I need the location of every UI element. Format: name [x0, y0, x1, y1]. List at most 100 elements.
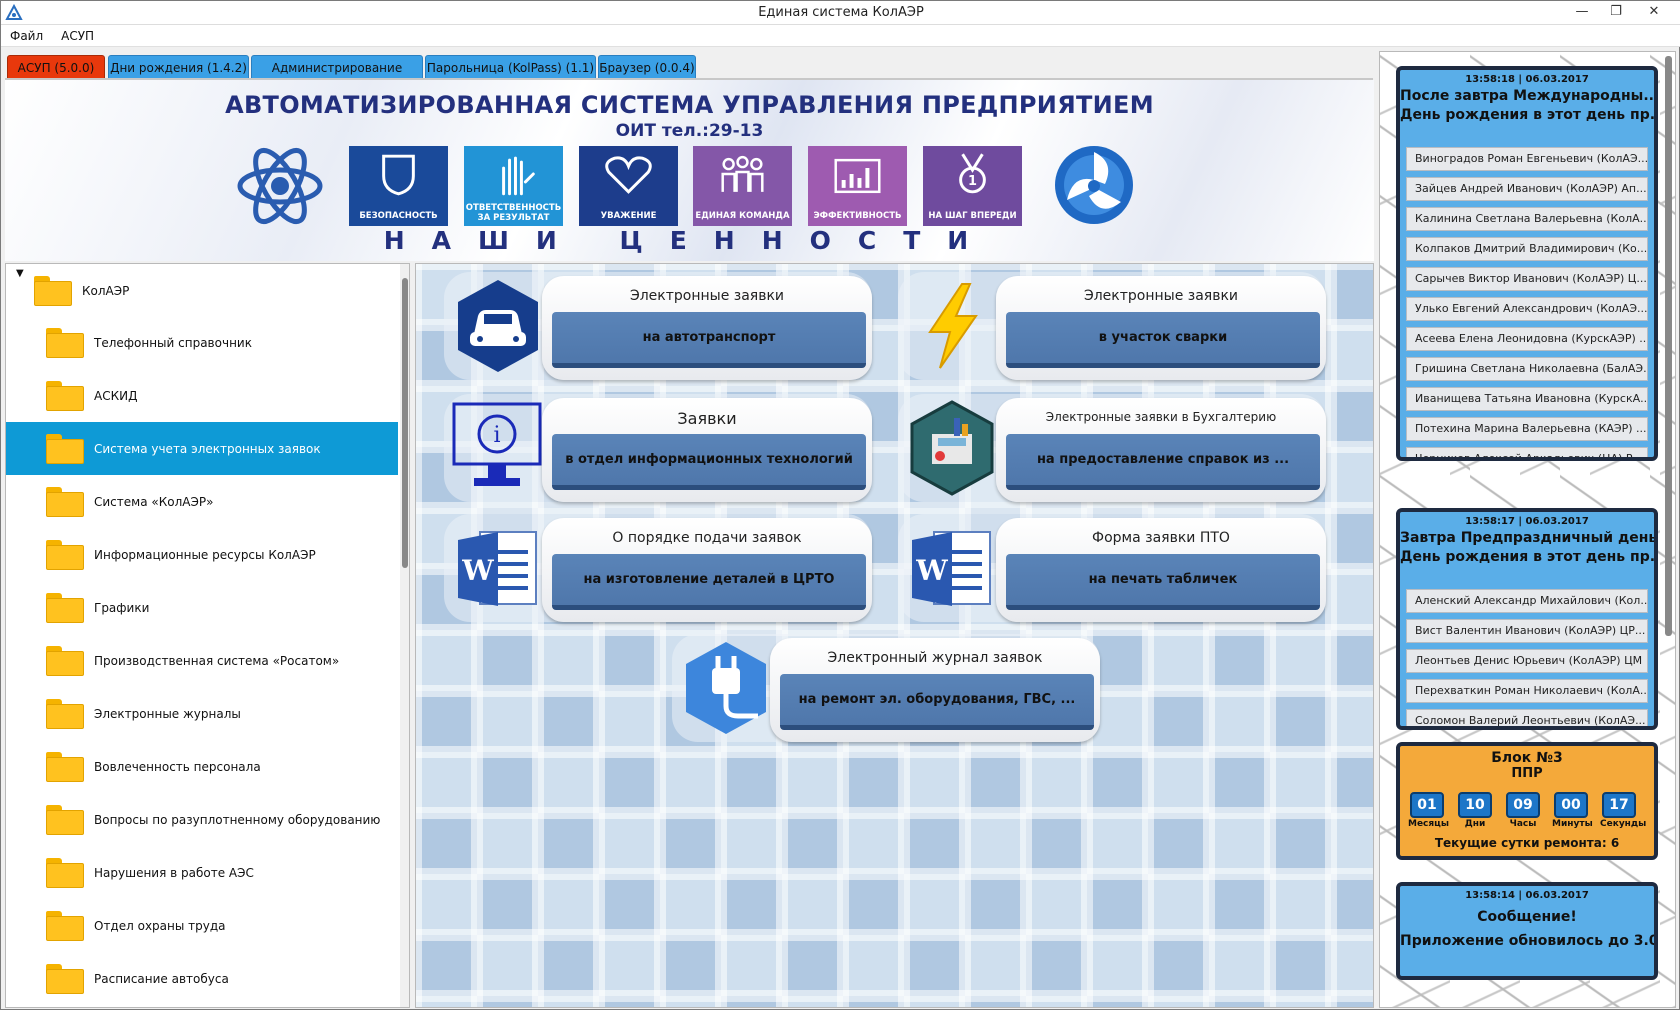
tree-item-request-system[interactable]: Система учета электронных заявок	[6, 422, 398, 475]
tab-browser[interactable]: Браузер (0.0.4)	[598, 55, 696, 79]
tile-card: О порядке подачи заявок на изготовление …	[542, 518, 872, 622]
message-timestamp: 13:58:14 | 06.03.2017	[1465, 890, 1589, 901]
close-button[interactable]: ✕	[1637, 1, 1671, 25]
tree-item-schedules[interactable]: Графики	[6, 581, 398, 634]
tree-item-info-resources[interactable]: Информационные ресурсы КолАЭР	[6, 528, 398, 581]
banner-title: АВТОМАТИЗИРОВАННАЯ СИСТЕМА УПРАВЛЕНИЯ ПР…	[225, 91, 1154, 119]
list-item[interactable]: Колпаков Дмитрий Владимирович (Ко...	[1406, 237, 1648, 261]
tile-crto-parts: W О порядке подачи заявок на изготовлени…	[424, 514, 874, 622]
banner-motto: НАШИ ЦЕННОСТИ	[383, 226, 996, 255]
panel-line-birthday: День рождения в этот день пр...	[1400, 549, 1654, 565]
calculator-icon	[910, 400, 994, 496]
tree-item-phonebook[interactable]: Телефонный справочник	[6, 316, 398, 369]
scrollbar-thumb[interactable]	[1665, 56, 1672, 636]
rosatom-logo-icon	[1055, 146, 1133, 224]
welding-request-button[interactable]: в участок сварки	[1006, 312, 1320, 368]
list-item[interactable]: Иванищева Татьяна Ивановна (КурскА...	[1406, 387, 1648, 411]
list-item[interactable]: Соломон Валерий Леонтьевич (КолАЭ...	[1406, 709, 1648, 726]
crto-parts-button[interactable]: на изготовление деталей в ЦРТО	[552, 554, 866, 610]
folder-icon	[46, 540, 84, 570]
panel-timestamp: 13:58:18 | 06.03.2017	[1465, 74, 1589, 85]
tree-item-engagement[interactable]: Вовлеченность персонала	[6, 740, 398, 793]
tree-item-askid[interactable]: АСКИД	[6, 369, 398, 422]
menu-asup[interactable]: АСУП	[52, 25, 103, 47]
tab-asup[interactable]: АСУП (5.0.0)	[7, 55, 105, 79]
repair-countdown-panel: Блок №3 ППР 01 Месяцы 10 Дни 09 Часы 00 Мину…	[1396, 742, 1658, 860]
window-title: Единая система КолАЭР	[758, 5, 924, 20]
tile-welding-request: Электронные заявки в участок сварки	[878, 272, 1328, 380]
tree-item-bus-schedule[interactable]: Расписание автобуса	[6, 952, 398, 1005]
vehicle-request-button[interactable]: на автотранспорт	[552, 312, 866, 368]
list-item[interactable]: Черников Алексей Аркадьевич (ЦА) Р...	[1406, 447, 1648, 457]
block-subtitle: ППР	[1511, 766, 1543, 781]
counter-days: 10 Дни	[1456, 792, 1494, 832]
list-item[interactable]: Зайцев Андрей Иванович (КолАЭР) Ап...	[1406, 177, 1648, 201]
tile-accounting-request: Электронные заявки в Бухгалтерию на пред…	[878, 394, 1328, 502]
folder-icon	[46, 593, 84, 623]
folder-icon	[46, 964, 84, 994]
car-icon	[458, 280, 538, 372]
menu-file[interactable]: Файл	[1, 25, 52, 47]
tile-it-request: i Заявки в отдел информационных технолог…	[424, 394, 874, 502]
tree-item-kolaer-system[interactable]: Система «КолАЭР»	[6, 475, 398, 528]
tab-administration[interactable]: Администрирование (0.1.4)	[251, 55, 423, 99]
tree-root-item[interactable]: КолАЭР	[6, 264, 398, 317]
app-window: Единая система КолАЭР — ❐ ✕ Файл АСУП АСУ…	[0, 0, 1680, 1010]
tree-scrollbar[interactable]	[400, 264, 409, 1007]
value-safety: БЕЗОПАСНОСТЬ	[349, 146, 448, 226]
minimize-button[interactable]: —	[1565, 1, 1599, 25]
tree-item-rosatom-system[interactable]: Производственная система «Росатом»	[6, 634, 398, 687]
list-item[interactable]: Калинина Светлана Валерьевна (КолА...	[1406, 207, 1648, 231]
message-panel: 13:58:14 | 06.03.2017 Сообщение! Приложе…	[1396, 882, 1658, 980]
bar-chart-icon	[834, 158, 881, 194]
scrollbar-thumb[interactable]	[402, 278, 408, 568]
list-item[interactable]: Асеева Елена Леонидовна (КурскАЭР) ...	[1406, 327, 1648, 351]
tile-card: Электронные заявки в участок сварки	[996, 276, 1326, 380]
tab-kolpass[interactable]: Парольница (KolPass) (1.1)	[425, 55, 596, 79]
svg-text:W: W	[915, 554, 948, 587]
tile-card: Электронные заявки в Бухгалтерию на пред…	[996, 398, 1326, 502]
repair-day-text: Текущие сутки ремонта: 6	[1434, 836, 1620, 850]
team-icon	[721, 155, 764, 192]
list-item[interactable]: Виноградов Роман Евгеньевич (КолАЭ...	[1406, 147, 1648, 171]
list-item[interactable]: Улько Евгений Александрович (КолАЭ...	[1406, 297, 1648, 321]
list-item[interactable]: Перехваткин Роман Николаевич (КолА...	[1406, 679, 1648, 703]
value-responsibility: ОТВЕТСТВЕННОСТЬ ЗА РЕЗУЛЬТАТ	[464, 146, 563, 226]
tree-item-e-journals[interactable]: Электронные журналы	[6, 687, 398, 740]
folder-icon	[46, 381, 84, 411]
list-item[interactable]: Потехина Марина Валерьевна (КАЭР) ...	[1406, 417, 1648, 441]
list-item[interactable]: Вист Валентин Иванович (КолАЭР) ЦР...	[1406, 619, 1648, 643]
electrical-journal-button[interactable]: на ремонт эл. оборудования, ГВС, ...	[780, 674, 1094, 730]
restore-button[interactable]: ❐	[1599, 1, 1633, 25]
sidebar-scrollbar[interactable]	[1662, 52, 1675, 672]
folder-icon	[46, 911, 84, 941]
birthdays-panel-today: 13:58:18 | 06.03.2017 После завтра Между…	[1396, 66, 1658, 461]
message-title: Сообщение!	[1477, 909, 1577, 925]
folder-icon	[46, 858, 84, 888]
tree-item-npp-violations[interactable]: Нарушения в работе АЭС	[6, 846, 398, 899]
list-item[interactable]: Гришина Светлана Николаевна (БалАЭ...	[1406, 357, 1648, 381]
folder-icon	[46, 699, 84, 729]
power-plug-icon	[686, 642, 766, 734]
panel-line-birthday: День рождения в этот день пр...	[1400, 107, 1654, 123]
heart-hands-icon	[605, 156, 652, 194]
tree-item-equipment-questions[interactable]: Вопросы по разуплотненному оборудованию	[6, 793, 398, 846]
tile-card: Форма заявки ПТО на печать табличек	[996, 518, 1326, 622]
list-item[interactable]: Леонтьев Денис Юрьевич (КолАЭР) ЦМ	[1406, 649, 1648, 673]
list-item[interactable]: Аленский Александр Михайлович (Кол...	[1406, 589, 1648, 613]
tree-item-labor-safety[interactable]: Отдел охраны труда	[6, 899, 398, 952]
it-request-button[interactable]: в отдел информационных технологий	[552, 434, 866, 490]
pto-form-button[interactable]: на печать табличек	[1006, 554, 1320, 610]
tile-pto-form: W Форма заявки ПТО на печать табличек	[878, 514, 1328, 622]
info-sidebar: 13:58:18 | 06.03.2017 После завтра Между…	[1379, 51, 1676, 1008]
panel-line-holiday: После завтра Международны...	[1400, 88, 1654, 104]
folder-icon	[46, 487, 84, 517]
word-document-icon: W	[912, 531, 991, 606]
list-item[interactable]: Сарычев Виктор Иванович (КолАЭР) Ц...	[1406, 267, 1648, 291]
tab-birthdays[interactable]: Дни рождения (1.4.2)	[108, 55, 249, 79]
value-efficiency: ЭФФЕКТИВНОСТЬ	[808, 146, 907, 226]
hand-icon	[502, 156, 535, 196]
banner-phone: ОИТ тел.:29-13	[615, 121, 764, 141]
accounting-request-button[interactable]: на предоставление справок из ...	[1006, 434, 1320, 490]
counter-minutes: 00 Минуты	[1552, 792, 1593, 832]
